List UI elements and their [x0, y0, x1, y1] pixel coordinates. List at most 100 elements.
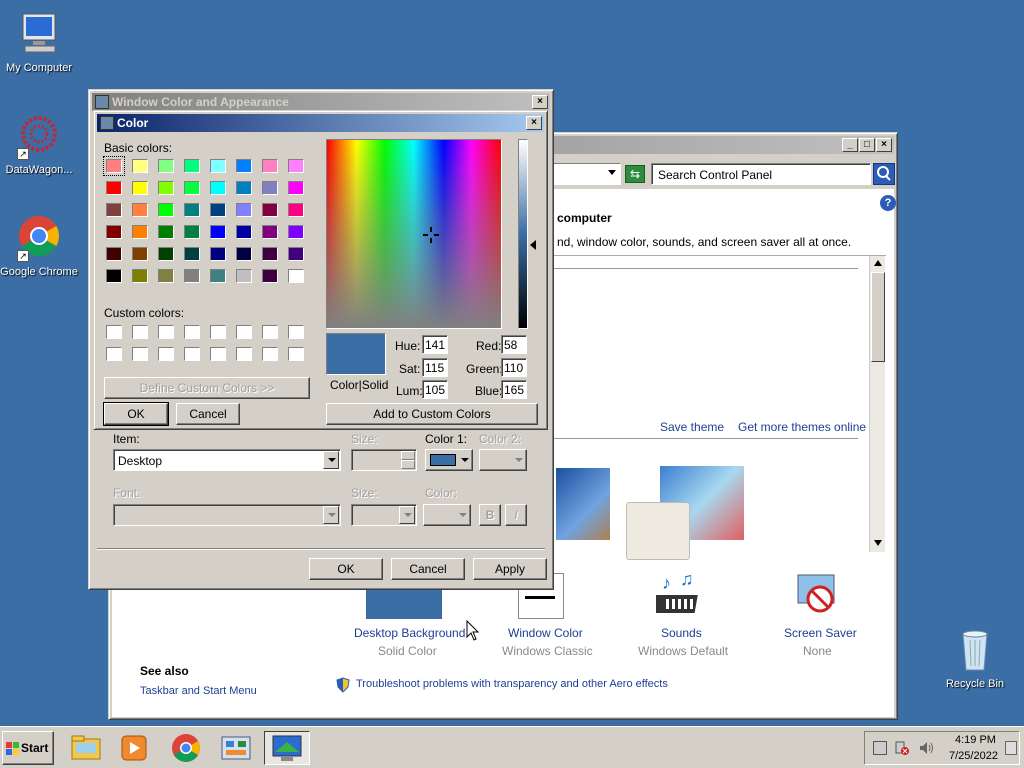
basic-color-swatch[interactable] [106, 181, 122, 195]
troubleshoot-link[interactable]: Troubleshoot problems with transparency … [356, 678, 668, 690]
screen-saver-icon[interactable] [794, 573, 842, 619]
basic-color-swatch[interactable] [210, 269, 226, 283]
basic-color-swatch[interactable] [184, 247, 200, 261]
basic-color-swatch[interactable] [210, 247, 226, 261]
custom-color-swatch[interactable] [106, 347, 122, 361]
chrome-taskbar-icon[interactable] [166, 731, 206, 765]
custom-color-swatch[interactable] [262, 325, 278, 339]
custom-color-swatch[interactable] [210, 325, 226, 339]
spinner-down-icon[interactable] [401, 460, 415, 469]
basic-color-swatch[interactable] [184, 225, 200, 239]
basic-color-swatch[interactable] [210, 225, 226, 239]
start-button[interactable]: Start [2, 731, 54, 765]
basic-color-swatch[interactable] [262, 225, 278, 239]
media-player-taskbar-icon[interactable] [114, 731, 154, 765]
control-panel-taskbar-icon[interactable] [216, 731, 256, 765]
custom-color-swatch[interactable] [106, 325, 122, 339]
close-button[interactable]: × [526, 116, 542, 130]
address-dropdown-icon[interactable] [608, 170, 616, 175]
font-size-dropdown[interactable] [351, 504, 417, 526]
custom-color-swatch[interactable] [132, 325, 148, 339]
basic-color-swatch[interactable] [106, 225, 122, 239]
basic-color-swatch[interactable] [262, 181, 278, 195]
basic-color-swatch[interactable] [210, 159, 226, 173]
basic-color-swatch[interactable] [288, 203, 304, 217]
basic-color-swatch[interactable] [158, 181, 174, 195]
ok-button[interactable]: OK [309, 558, 383, 580]
scroll-down-arrow-icon[interactable] [874, 540, 882, 546]
chevron-down-icon[interactable] [399, 506, 415, 524]
define-custom-colors-button[interactable]: Define Custom Colors >> [104, 377, 310, 399]
custom-color-swatch[interactable] [132, 347, 148, 361]
basic-color-swatch[interactable] [288, 269, 304, 283]
desktop-icon-recycle-bin[interactable]: Recycle Bin [936, 626, 1014, 690]
basic-color-swatch[interactable] [106, 269, 122, 283]
italic-button[interactable]: I [505, 504, 527, 526]
basic-color-swatch[interactable] [158, 203, 174, 217]
basic-color-swatch[interactable] [262, 203, 278, 217]
cancel-button[interactable]: Cancel [176, 403, 240, 425]
theme-thumbnail[interactable] [556, 468, 610, 540]
basic-color-swatch[interactable] [262, 159, 278, 173]
custom-color-swatch[interactable] [210, 347, 226, 361]
custom-color-swatch[interactable] [158, 325, 174, 339]
custom-color-swatch[interactable] [236, 347, 252, 361]
taskbar-start-menu-link[interactable]: Taskbar and Start Menu [140, 685, 257, 697]
basic-color-swatch[interactable] [132, 159, 148, 173]
basic-color-swatch[interactable] [158, 247, 174, 261]
themes-list[interactable]: Save theme Get more themes online [548, 255, 886, 560]
basic-color-swatch[interactable] [236, 203, 252, 217]
chevron-down-icon[interactable] [323, 451, 339, 469]
item-dropdown[interactable]: Desktop [113, 449, 341, 471]
close-button[interactable]: × [876, 138, 892, 152]
spinner-up-icon[interactable] [401, 451, 415, 460]
basic-color-swatch[interactable] [184, 159, 200, 173]
desktop-icon-datawagon[interactable]: ↗ DataWagon... [0, 112, 78, 176]
minimize-button[interactable]: _ [842, 138, 858, 152]
color2-picker-button[interactable] [479, 449, 527, 471]
custom-color-swatch[interactable] [288, 347, 304, 361]
basic-color-swatch[interactable] [210, 203, 226, 217]
desktop-background-link[interactable]: Desktop Background [354, 626, 465, 640]
show-desktop-icon[interactable] [1005, 741, 1017, 755]
basic-color-swatch[interactable] [158, 159, 174, 173]
color-dialog-titlebar[interactable]: Color × [97, 114, 544, 132]
basic-color-swatch[interactable] [184, 181, 200, 195]
basic-color-swatch[interactable] [158, 269, 174, 283]
custom-color-swatch[interactable] [184, 347, 200, 361]
basic-color-swatch[interactable] [288, 247, 304, 261]
basic-color-swatch[interactable] [236, 269, 252, 283]
basic-color-swatch[interactable] [288, 159, 304, 173]
window-color-link[interactable]: Window Color [508, 626, 583, 640]
basic-color-swatch[interactable] [158, 225, 174, 239]
screen-saver-link[interactable]: Screen Saver [784, 626, 857, 640]
basic-color-swatch[interactable] [236, 159, 252, 173]
hue-input[interactable]: 141 [422, 335, 448, 354]
size-spinner[interactable] [351, 449, 417, 471]
appearance-dialog-titlebar[interactable]: Window Color and Appearance × [92, 93, 550, 111]
desktop-background-thumb[interactable] [366, 585, 442, 619]
basic-color-swatch[interactable] [132, 269, 148, 283]
chevron-down-icon[interactable] [323, 506, 339, 524]
file-explorer-taskbar-icon[interactable] [66, 731, 106, 765]
action-center-icon[interactable] [895, 741, 909, 755]
blue-input[interactable]: 165 [501, 380, 527, 399]
color1-picker-button[interactable] [425, 449, 473, 471]
sounds-link[interactable]: Sounds [661, 626, 702, 640]
scroll-up-arrow-icon[interactable] [874, 260, 882, 266]
network-icon[interactable] [873, 741, 887, 755]
basic-color-swatch[interactable] [103, 156, 125, 176]
bold-button[interactable]: B [479, 504, 501, 526]
basic-color-swatch[interactable] [132, 203, 148, 217]
ok-button[interactable]: OK [103, 402, 169, 426]
custom-color-swatch[interactable] [236, 325, 252, 339]
sat-input[interactable]: 115 [422, 358, 448, 377]
sounds-icon[interactable]: ♪ ♫ [652, 569, 706, 619]
help-icon[interactable]: ? [880, 195, 896, 211]
theme-thumbnail-selected[interactable] [626, 502, 690, 560]
basic-color-swatch[interactable] [106, 203, 122, 217]
search-icon[interactable] [873, 163, 895, 185]
basic-color-swatch[interactable] [106, 247, 122, 261]
basic-color-swatch[interactable] [236, 225, 252, 239]
basic-color-swatch[interactable] [288, 225, 304, 239]
